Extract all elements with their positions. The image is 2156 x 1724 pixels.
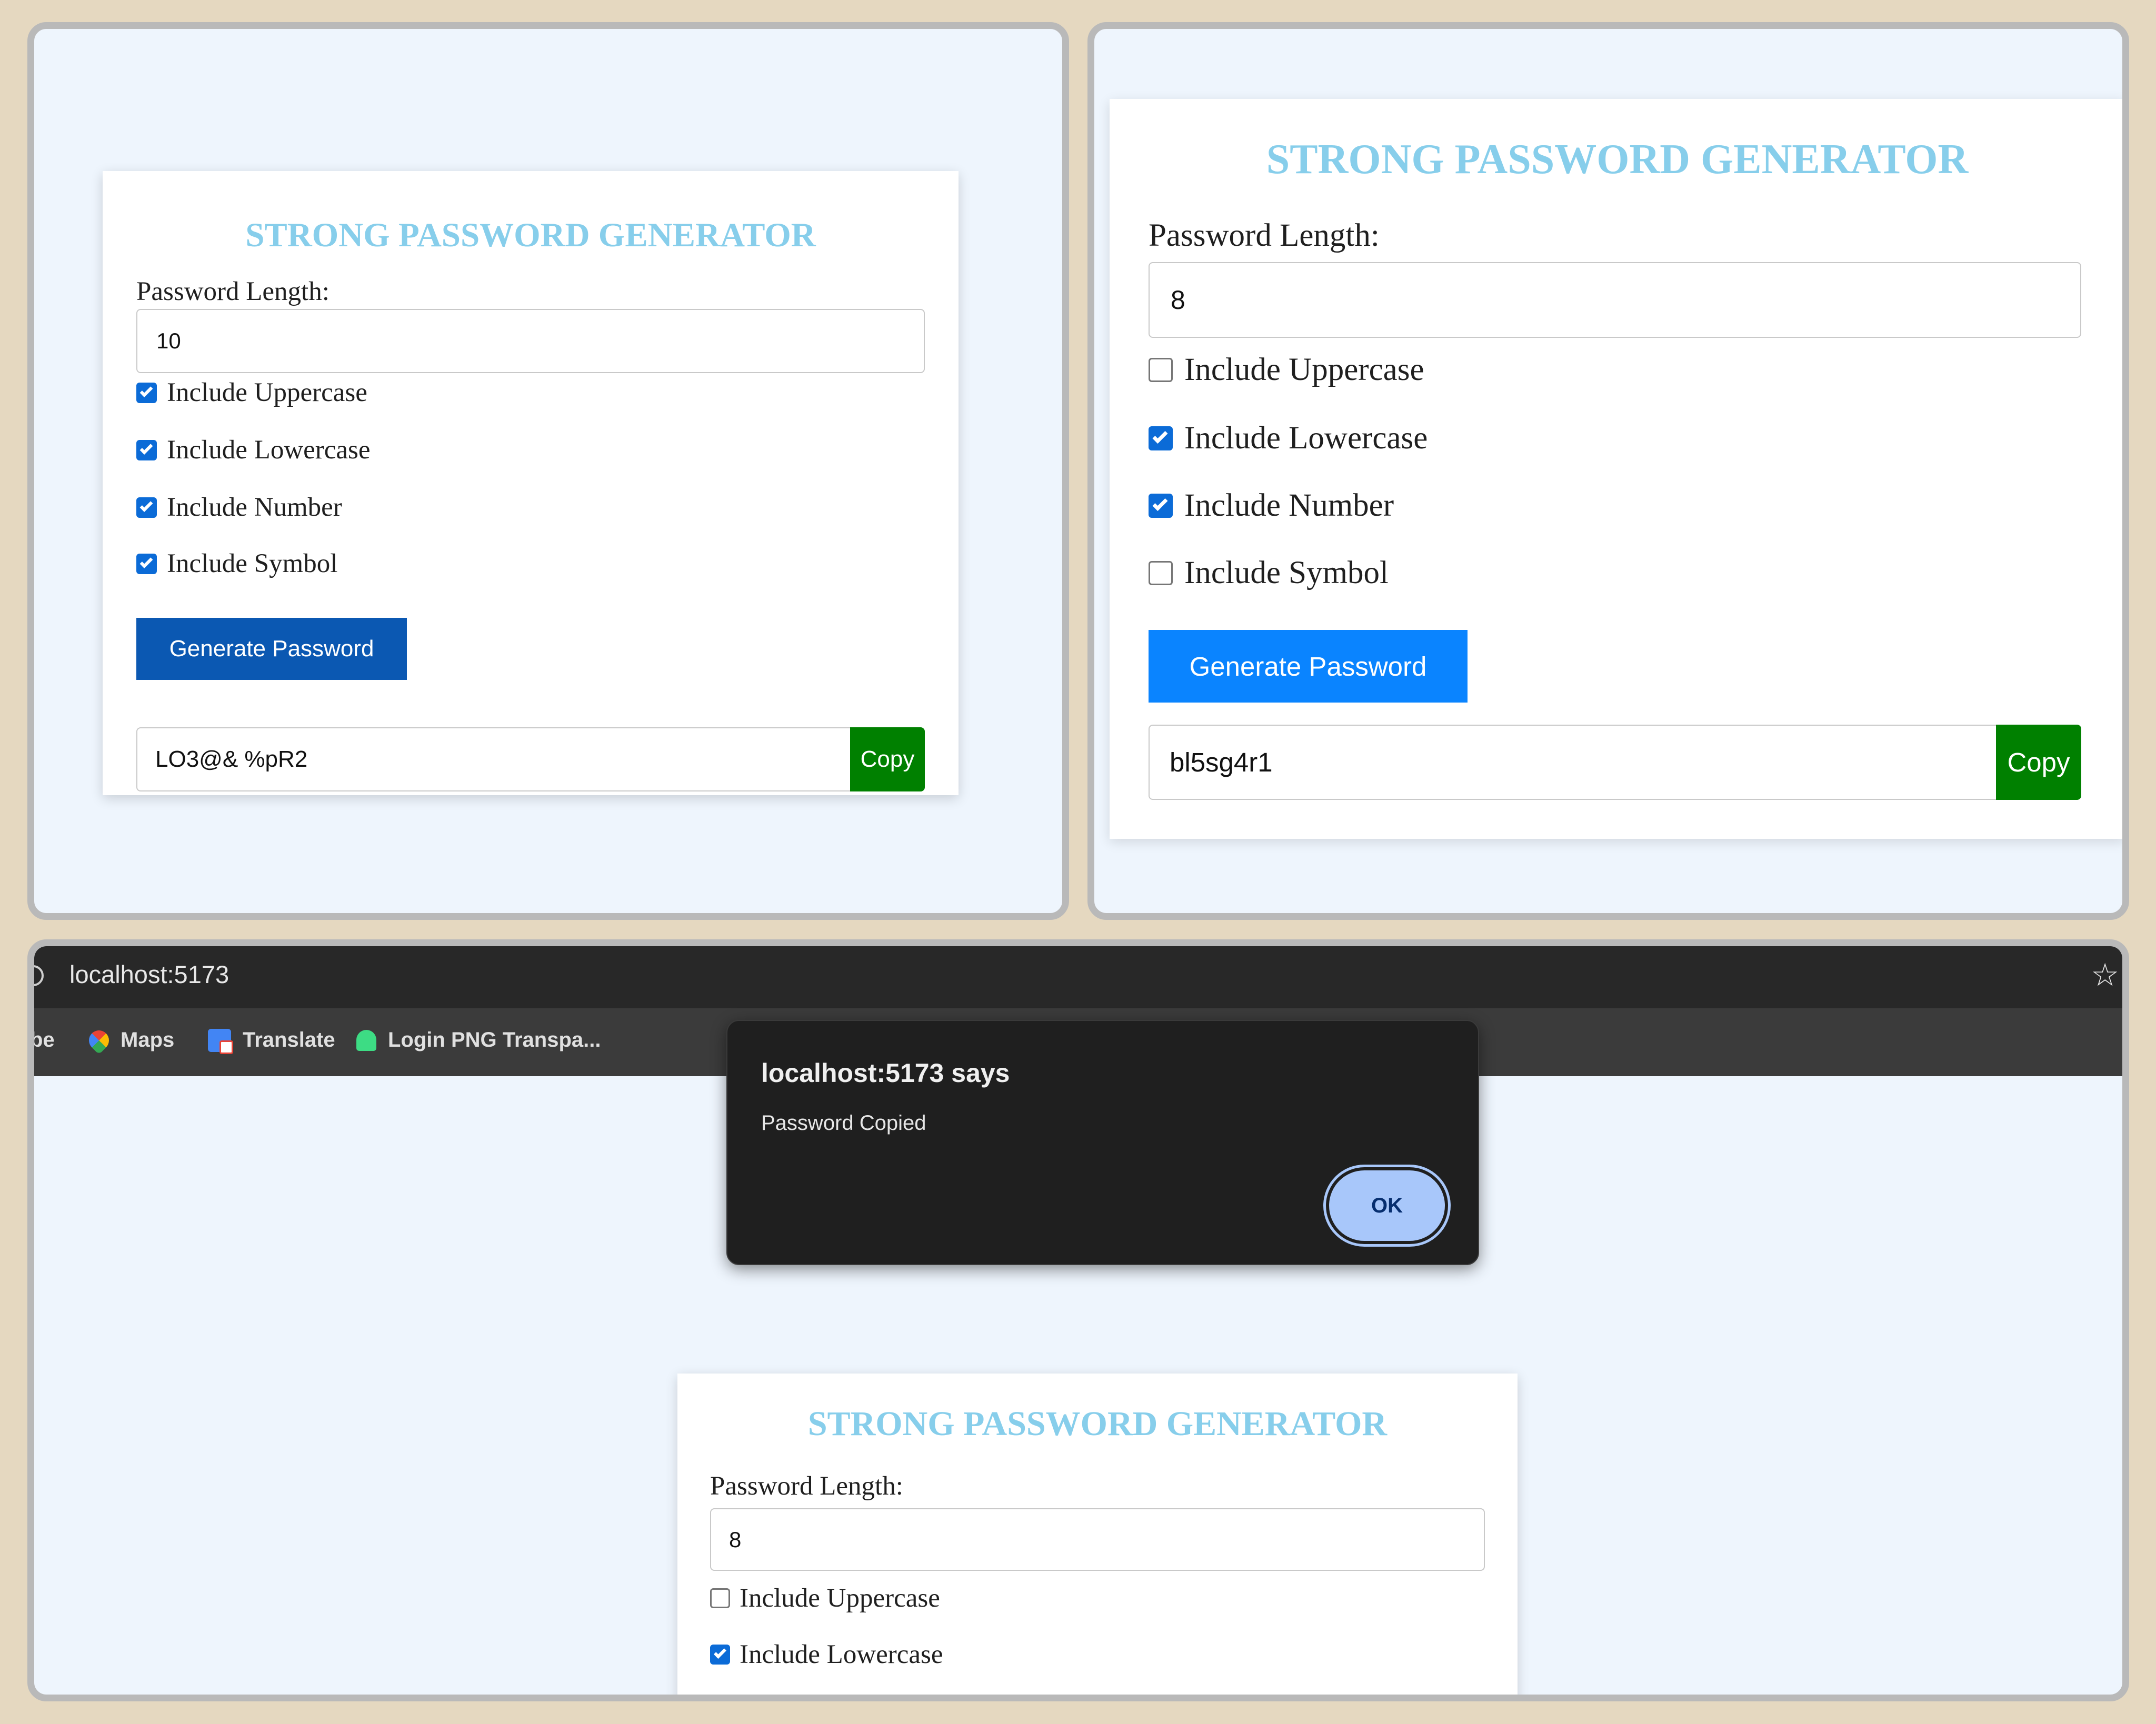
generate-password-button[interactable]: Generate Password xyxy=(1149,630,1468,703)
bookmark-maps[interactable]: Maps xyxy=(85,1026,175,1055)
uppercase-label: Include Uppercase xyxy=(740,1583,940,1613)
generated-password-output[interactable]: bl5sg4r1 xyxy=(1149,725,1996,800)
generate-password-button[interactable]: Generate Password xyxy=(136,618,407,680)
option-number[interactable]: Include Number xyxy=(136,492,342,523)
symbol-checkbox[interactable] xyxy=(136,553,157,574)
bookmark-label: be xyxy=(30,1028,55,1051)
password-generator-card: STRONG PASSWORD GENERATOR Password Lengt… xyxy=(1110,99,2122,839)
copy-button[interactable]: Copy xyxy=(850,727,925,791)
dialog-message: Password Copied xyxy=(761,1111,926,1135)
dialog-title: localhost:5173 says xyxy=(761,1058,1010,1088)
option-lowercase[interactable]: Include Lowercase xyxy=(710,1639,943,1670)
option-uppercase[interactable]: Include Uppercase xyxy=(136,377,367,408)
bookmark-label: Login PNG Transpa... xyxy=(388,1028,601,1051)
generated-password-value: bl5sg4r1 xyxy=(1170,747,1273,777)
symbol-label: Include Symbol xyxy=(167,549,338,578)
lowercase-label: Include Lowercase xyxy=(167,435,371,465)
password-generator-card: STRONG PASSWORD GENERATOR Password Lengt… xyxy=(103,171,959,795)
uppercase-label: Include Uppercase xyxy=(167,378,367,407)
url-text[interactable]: localhost:5173 xyxy=(69,960,229,989)
number-checkbox[interactable] xyxy=(136,497,157,518)
uppercase-checkbox[interactable] xyxy=(710,1588,730,1608)
option-lowercase[interactable]: Include Lowercase xyxy=(136,435,371,465)
lowercase-checkbox[interactable] xyxy=(136,439,157,460)
lowercase-checkbox[interactable] xyxy=(1149,426,1173,450)
site-info-icon[interactable] xyxy=(34,965,44,986)
generated-password-output[interactable]: LO3@& %pR2 xyxy=(136,727,850,791)
generated-password-value: LO3@& %pR2 xyxy=(155,746,308,772)
bookmark-label: Translate xyxy=(243,1028,335,1051)
uppercase-checkbox[interactable] xyxy=(1149,358,1173,382)
lowercase-label: Include Lowercase xyxy=(1184,420,1428,456)
password-generator-card: STRONG PASSWORD GENERATOR Password Lengt… xyxy=(677,1374,1518,1695)
copy-button[interactable]: Copy xyxy=(1996,725,2081,800)
password-length-input[interactable]: 8 xyxy=(1149,262,2081,338)
alert-dialog: localhost:5173 says Password Copied OK xyxy=(726,1020,1479,1265)
password-length-input[interactable]: 10 xyxy=(136,309,925,373)
lowercase-label: Include Lowercase xyxy=(740,1640,943,1669)
uppercase-checkbox[interactable] xyxy=(136,382,157,403)
option-lowercase[interactable]: Include Lowercase xyxy=(1149,420,1428,457)
password-length-input[interactable]: 8 xyxy=(710,1508,1485,1571)
bookmark-translate[interactable]: Translate xyxy=(208,1028,335,1054)
option-symbol[interactable]: Include Symbol xyxy=(1149,555,1389,592)
uppercase-label: Include Uppercase xyxy=(1184,352,1424,387)
bookmark-label: Maps xyxy=(121,1028,175,1051)
password-length-value: 8 xyxy=(1171,285,1185,315)
password-length-label: Password Length: xyxy=(710,1471,903,1501)
ok-button[interactable]: OK xyxy=(1329,1170,1445,1241)
star-icon[interactable]: ☆ xyxy=(2091,957,2119,994)
password-length-value: 8 xyxy=(729,1527,742,1552)
password-length-value: 10 xyxy=(156,328,181,353)
password-length-label: Password Length: xyxy=(1149,218,1380,253)
bookmark-login-png[interactable]: Login PNG Transpa... xyxy=(356,1028,601,1052)
option-uppercase[interactable]: Include Uppercase xyxy=(1149,352,1424,388)
app-title: STRONG PASSWORD GENERATOR xyxy=(245,216,816,254)
translate-icon xyxy=(208,1028,233,1054)
symbol-checkbox[interactable] xyxy=(1149,561,1173,585)
maps-icon xyxy=(85,1026,113,1055)
password-length-label: Password Length: xyxy=(136,277,330,306)
number-checkbox[interactable] xyxy=(1149,494,1173,518)
android-icon xyxy=(356,1029,376,1051)
screenshot-panel-copy-alert: localhost:5173 ☆ be Maps Translate Login… xyxy=(27,939,2129,1701)
screenshot-panel-generator-all-options: STRONG PASSWORD GENERATOR Password Lengt… xyxy=(27,22,1069,920)
lowercase-checkbox[interactable] xyxy=(710,1645,730,1665)
app-title: STRONG PASSWORD GENERATOR xyxy=(807,1405,1388,1443)
browser-address-bar: localhost:5173 ☆ xyxy=(34,946,2122,1008)
option-symbol[interactable]: Include Symbol xyxy=(136,548,337,579)
number-label: Include Number xyxy=(1184,488,1394,523)
symbol-label: Include Symbol xyxy=(1184,555,1389,590)
screenshot-panel-generator-some-options: STRONG PASSWORD GENERATOR Password Lengt… xyxy=(1087,22,2129,920)
app-title: STRONG PASSWORD GENERATOR xyxy=(1266,136,1969,183)
option-uppercase[interactable]: Include Uppercase xyxy=(710,1583,940,1613)
number-label: Include Number xyxy=(167,493,342,522)
bookmark-youtube[interactable]: be xyxy=(30,1028,55,1052)
option-number[interactable]: Include Number xyxy=(1149,487,1394,524)
